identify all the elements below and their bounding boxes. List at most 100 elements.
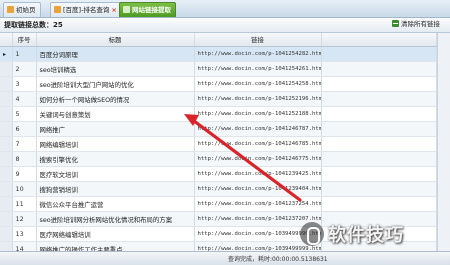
header-selector [0, 33, 13, 47]
row-index[interactable]: 7 [12, 136, 37, 152]
row-index[interactable]: 2 [12, 61, 37, 77]
row-empty [321, 106, 437, 122]
row-selector [0, 76, 13, 92]
row-index[interactable]: 5 [12, 106, 37, 122]
tab-label: 初始页 [16, 6, 36, 14]
clear-links-label: 清除所有链接 [401, 20, 440, 28]
row-empty [321, 91, 437, 107]
row-index[interactable]: 4 [12, 91, 37, 107]
table-row[interactable]: 11 微信公众平台推广运营 http://www.docin.com/p-10412… [0, 196, 437, 212]
table-row[interactable]: 2 seo培训精选 http://www.docin.com/p-104125426… [0, 61, 437, 77]
row-link[interactable]: http://www.docin.com/p-1041246787.html [194, 121, 322, 137]
row-index[interactable]: 3 [12, 76, 37, 92]
row-title[interactable]: 搜狗营销培训 [36, 181, 195, 197]
row-link[interactable]: http://www.docin.com/p-1041252188.html [194, 106, 322, 122]
table-row[interactable]: 3 seo进阶培训大型门户网站的优化 http://www.docin.com/p-… [0, 76, 437, 92]
row-empty [321, 151, 437, 167]
row-title[interactable]: seo进阶培训大型门户网站的优化 [36, 76, 195, 92]
row-selector [0, 211, 13, 227]
column-header-index[interactable]: 序号 [12, 33, 37, 47]
tab-home[interactable]: 初始页 [3, 2, 41, 17]
row-link[interactable]: http://www.docin.com/p-1041246775.html [194, 151, 322, 167]
row-index[interactable]: 1 [12, 46, 37, 62]
table-row[interactable]: 5 关键词与创意策划 http://www.docin.com/p-10412521… [0, 106, 437, 122]
row-title[interactable]: 网络推广的操作工作主要重点 [36, 241, 195, 251]
table-row[interactable]: 4 如何分析一个网站做SEO的情况 http://www.docin.com/p-1… [0, 91, 437, 107]
close-icon[interactable]: × [111, 3, 116, 17]
toolbar: 提取链接总数：25 清除所有链接 [0, 18, 450, 33]
tab-baidu-rank[interactable]: [百度]-排名查询 × [50, 2, 122, 17]
row-empty [321, 76, 437, 92]
row-empty [321, 181, 437, 197]
row-selector: ▸ [0, 46, 13, 62]
row-index[interactable]: 13 [12, 226, 37, 242]
row-title[interactable]: seo进阶培训网分析网站优化情况和布局的方案 [36, 211, 195, 227]
table-row[interactable]: 10 搜狗营销培训 http://www.docin.com/p-104123940… [0, 181, 437, 197]
tab-label: 网站链接提取 [132, 6, 171, 14]
row-selector [0, 226, 13, 242]
clear-icon [392, 20, 399, 27]
row-title[interactable]: 医疗网络编辑培训 [36, 226, 195, 242]
row-index[interactable]: 14 [12, 241, 37, 251]
table-row[interactable]: 6 网络推广 http://www.docin.com/p-1041246787.h… [0, 121, 437, 137]
row-selector [0, 121, 13, 137]
table-row[interactable]: 8 搜索引擎优化 http://www.docin.com/p-1041246775… [0, 151, 437, 167]
row-link[interactable]: http://www.docin.com/p-1041239425.html [194, 166, 322, 182]
row-title[interactable]: 百度分词原理 [36, 46, 195, 62]
row-title[interactable]: seo培训精选 [36, 61, 195, 77]
watermark-text: 软件技巧 [328, 225, 404, 246]
row-selector [0, 241, 13, 251]
row-link[interactable]: http://www.docin.com/p-1041252196.html [194, 91, 322, 107]
row-selector [0, 136, 13, 152]
column-header-empty [321, 33, 437, 47]
row-empty [321, 136, 437, 152]
row-selector [0, 151, 13, 167]
row-empty [321, 46, 437, 62]
row-title[interactable]: 网络推广 [36, 121, 195, 137]
row-empty [321, 166, 437, 182]
row-selector [0, 166, 13, 182]
row-title[interactable]: 医疗软文培训 [36, 166, 195, 182]
page-icon [54, 6, 61, 13]
tab-bar: 初始页 [百度]-排名查询 × 网站链接提取 [0, 0, 450, 18]
row-selector [0, 61, 13, 77]
column-header-title[interactable]: 标题 [36, 33, 195, 47]
tab-label: [百度]-排名查询 [63, 6, 110, 14]
row-link[interactable]: http://www.docin.com/p-1041254261.html [194, 61, 322, 77]
row-link[interactable]: http://www.docin.com/p-1041239404.html [194, 181, 322, 197]
table-header: 序号 标题 链接 [0, 33, 437, 47]
row-index[interactable]: 12 [12, 211, 37, 227]
table-row[interactable]: ▸ 1 百度分词原理 http://www.docin.com/p-104125428… [0, 46, 437, 62]
row-title[interactable]: 微信公众平台推广运营 [36, 196, 195, 212]
row-index[interactable]: 10 [12, 181, 37, 197]
link-count: 提取链接总数：25 [4, 21, 63, 29]
row-index[interactable]: 11 [12, 196, 37, 212]
row-empty [321, 196, 437, 212]
row-link[interactable]: http://www.docin.com/p-1041246785.html [194, 136, 322, 152]
table-row[interactable]: 7 网络编辑培训 http://www.docin.com/p-1041246785… [0, 136, 437, 152]
status-bar: 查询完成，耗时:00:00:00.5138631 [0, 251, 450, 265]
home-icon [7, 6, 14, 13]
row-index[interactable]: 6 [12, 121, 37, 137]
row-empty [321, 61, 437, 77]
row-selector [0, 91, 13, 107]
row-link[interactable]: http://www.docin.com/p-1041254258.html [194, 76, 322, 92]
row-selector [0, 196, 13, 212]
row-link[interactable]: http://www.docin.com/p-1041237254.html [194, 196, 322, 212]
column-header-link[interactable]: 链接 [194, 33, 322, 47]
row-title[interactable]: 搜索引擎优化 [36, 151, 195, 167]
row-title[interactable]: 如何分析一个网站做SEO的情况 [36, 91, 195, 107]
row-index[interactable]: 8 [12, 151, 37, 167]
row-empty [321, 121, 437, 137]
table-row[interactable]: 9 医疗软文培训 http://www.docin.com/p-1041239425… [0, 166, 437, 182]
page-icon [123, 6, 130, 13]
watermark: 软件技巧 [300, 218, 450, 250]
row-link[interactable]: http://www.docin.com/p-1041254282.html [194, 46, 322, 62]
row-title[interactable]: 网络编辑培训 [36, 136, 195, 152]
row-index[interactable]: 9 [12, 166, 37, 182]
clear-links-button[interactable]: 清除所有链接 [388, 19, 444, 30]
watermark-logo-icon [300, 222, 324, 246]
tab-link-extract[interactable]: 网站链接提取 [119, 2, 176, 17]
row-selector [0, 106, 13, 122]
row-title[interactable]: 关键词与创意策划 [36, 106, 195, 122]
